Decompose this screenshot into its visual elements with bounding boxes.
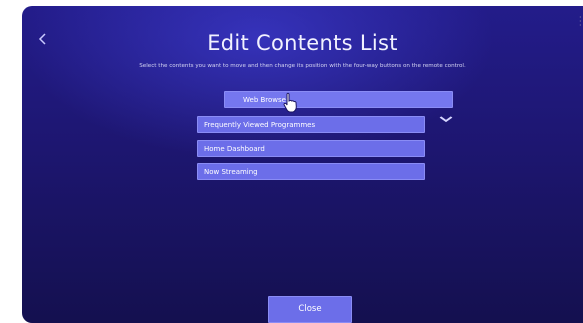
- hand-pointer-icon: [283, 92, 297, 113]
- list-item-label: Home Dashboard: [204, 145, 265, 153]
- tv-screen: Edit Contents List Select the contents y…: [22, 6, 583, 323]
- chevron-down-icon: [439, 116, 453, 123]
- contents-list: Web Browser Frequently Viewed Programmes…: [22, 6, 583, 323]
- close-button-label: Close: [298, 304, 322, 314]
- list-item-frequently-viewed[interactable]: Frequently Viewed Programmes: [197, 116, 425, 133]
- more-options-icon: · · ·: [579, 13, 582, 30]
- list-item-label: Now Streaming: [204, 168, 258, 176]
- list-item-home-dashboard[interactable]: Home Dashboard: [197, 140, 425, 157]
- close-button[interactable]: Close: [268, 296, 352, 323]
- list-item-web-browser[interactable]: Web Browser: [224, 91, 453, 108]
- move-down-button[interactable]: [438, 115, 455, 127]
- list-item-label: Frequently Viewed Programmes: [204, 121, 316, 129]
- list-item-now-streaming[interactable]: Now Streaming: [197, 163, 425, 180]
